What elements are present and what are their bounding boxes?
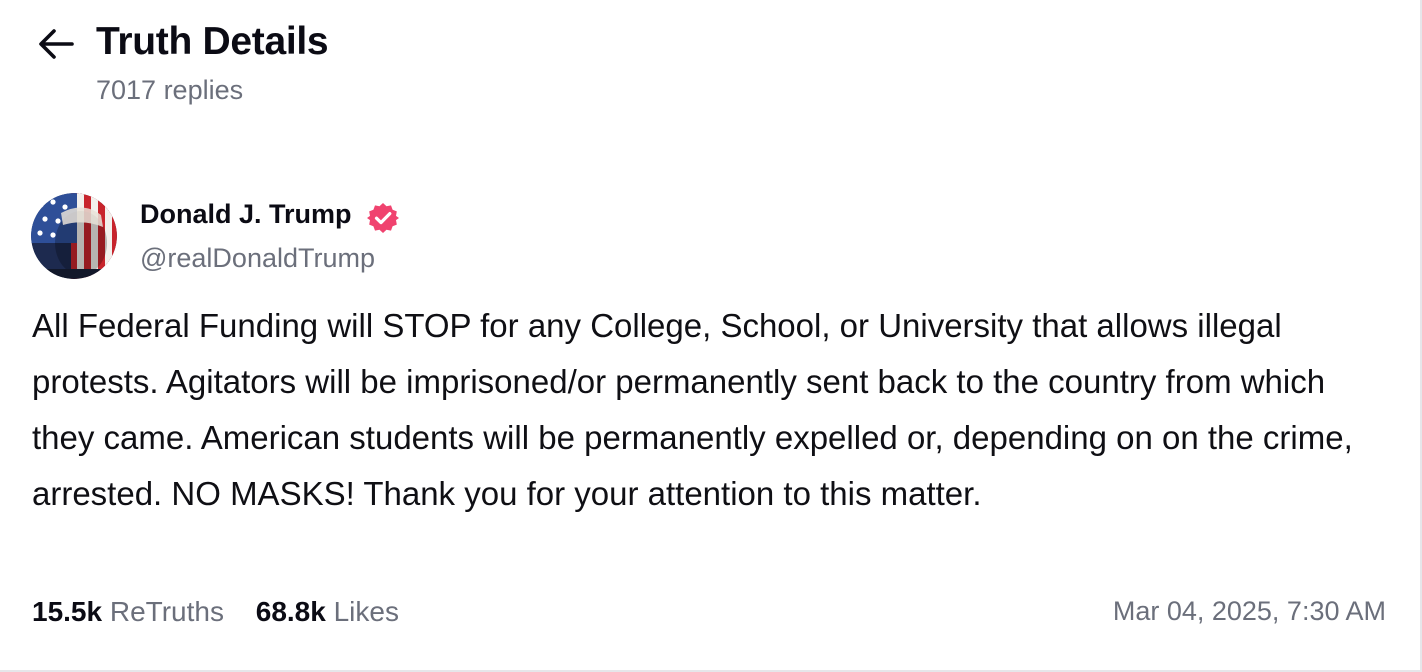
- retruths-stat[interactable]: 15.5k ReTruths: [32, 596, 224, 628]
- likes-stat[interactable]: 68.8k Likes: [256, 596, 399, 628]
- avatar-image: [31, 193, 117, 279]
- post-stats: 15.5k ReTruths 68.8k Likes: [32, 596, 423, 628]
- post-text: All Federal Funding will STOP for any Co…: [32, 307, 1353, 512]
- author-handle[interactable]: @realDonaldTrump: [140, 243, 375, 274]
- page-title: Truth Details: [96, 20, 329, 63]
- likes-label: Likes: [333, 596, 399, 627]
- arrow-left-icon: [39, 29, 74, 59]
- retruths-label: ReTruths: [109, 596, 224, 627]
- back-button[interactable]: [34, 22, 78, 66]
- author-display-name[interactable]: Donald J. Trump: [140, 199, 352, 230]
- avatar[interactable]: [31, 193, 117, 279]
- likes-count: 68.8k: [255, 596, 326, 627]
- retruths-count: 15.5k: [32, 596, 103, 627]
- reply-count: 7017 replies: [96, 75, 244, 105]
- verified-badge-icon: [366, 201, 400, 235]
- post-timestamp: Mar 04, 2025, 7:30 AM: [1112, 596, 1386, 626]
